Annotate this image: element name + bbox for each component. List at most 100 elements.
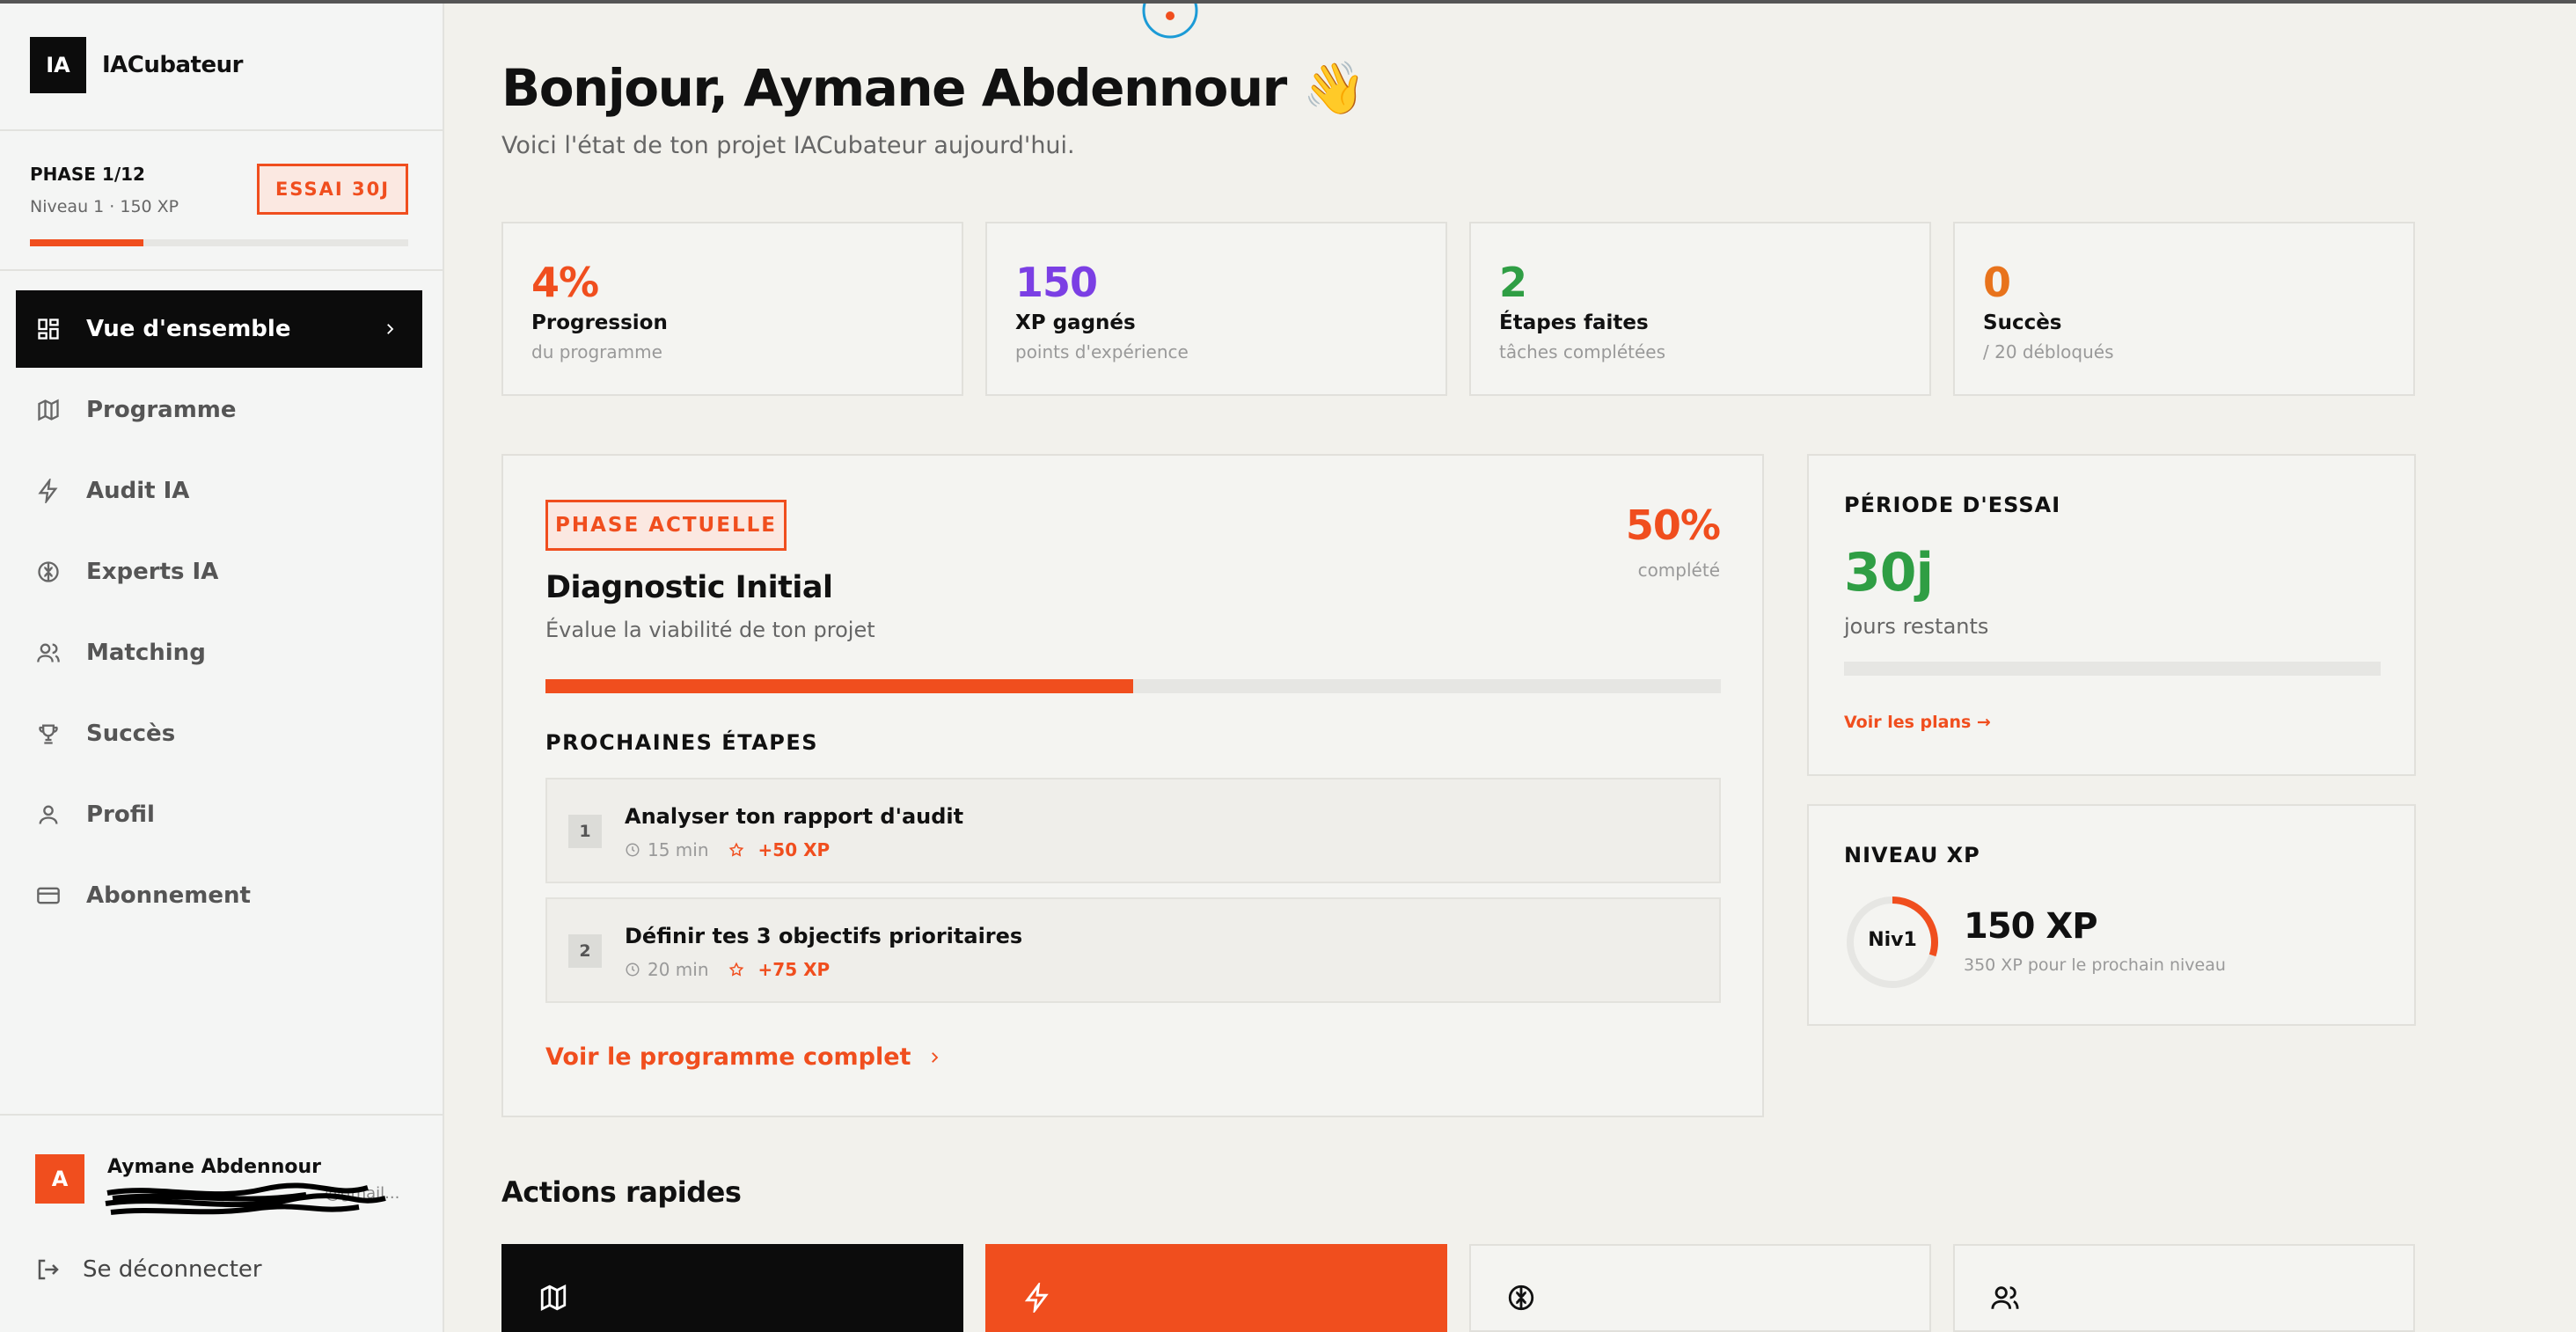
users-icon <box>35 640 62 666</box>
sidebar-item-experts-ia[interactable]: Experts IA <box>16 533 422 611</box>
step-number: 1 <box>568 815 602 848</box>
stat-label: Étapes faites <box>1499 311 1649 334</box>
star-icon <box>728 842 743 857</box>
logout-label: Se déconnecter <box>83 1256 262 1283</box>
phase-progress-fill <box>545 679 1133 693</box>
map-icon <box>35 397 62 423</box>
divider <box>0 1114 444 1116</box>
stat-value: 2 <box>1499 259 1527 306</box>
phase-percent-label: complété <box>1637 560 1720 581</box>
phase-title: Diagnostic Initial <box>545 570 833 605</box>
lightning-icon <box>1024 1283 1049 1313</box>
user-name: Aymane Abdennour <box>107 1156 321 1178</box>
stat-card-etapes: 2 Étapes faites tâches complétées <box>1469 222 1931 396</box>
step-title: Définir tes 3 objectifs prioritaires <box>625 924 1023 948</box>
xp-value: 150 XP <box>1964 906 2098 947</box>
sidebar-item-label: Vue d'ensemble <box>86 316 291 342</box>
avatar: A <box>35 1154 84 1204</box>
quick-actions-heading: Actions rapides <box>501 1175 742 1209</box>
sidebar: IA IACubateur PHASE 1/12 Niveau 1 · 150 … <box>0 0 444 1332</box>
quick-action-experts[interactable] <box>1469 1244 1931 1332</box>
stat-value: 150 <box>1015 259 1098 306</box>
phase-percent: 50% <box>1625 501 1721 549</box>
stat-label: Progression <box>531 311 668 334</box>
step-title: Analyser ton rapport d'audit <box>625 804 964 829</box>
phase-badge: PHASE ACTUELLE <box>545 500 787 551</box>
phase-progress-fill <box>30 239 143 246</box>
stat-value: 4% <box>531 259 599 306</box>
step-number: 2 <box>568 934 602 968</box>
credit-card-icon <box>35 882 62 909</box>
brain-icon <box>1508 1284 1534 1311</box>
page-title: Bonjour, Aymane Abdennour 👋 <box>501 58 1366 118</box>
xp-level-title: NIVEAU XP <box>1844 843 1980 867</box>
clock-icon <box>626 962 640 977</box>
current-phase-card: PHASE ACTUELLE 50% complété Diagnostic I… <box>501 454 1764 1117</box>
sidebar-item-label: Abonnement <box>86 882 251 909</box>
map-icon <box>540 1284 567 1312</box>
sidebar-item-label: Programme <box>86 397 237 423</box>
sidebar-phase-status: PHASE 1/12 Niveau 1 · 150 XP ESSAI 30J <box>30 164 408 216</box>
step-xp: +50 XP <box>757 839 831 860</box>
step-time: 20 min <box>648 959 709 980</box>
xp-level-card: NIVEAU XP Niv1 150 XP 350 XP pour le pro… <box>1807 804 2416 1026</box>
divider <box>0 269 444 271</box>
sidebar-item-label: Matching <box>86 640 206 666</box>
next-steps-heading: PROCHAINES ÉTAPES <box>545 730 819 755</box>
dashboard-icon <box>35 316 62 342</box>
trial-days-value: 30j <box>1844 542 1934 604</box>
step-item[interactable]: 1 Analyser ton rapport d'audit 15 min +5… <box>545 778 1721 883</box>
sidebar-item-vue-ensemble[interactable]: Vue d'ensemble <box>16 290 422 368</box>
quick-action-audit[interactable] <box>985 1244 1447 1332</box>
brand-logo: IA <box>30 37 86 93</box>
step-meta: 15 min +50 XP <box>625 839 830 860</box>
stat-card-succes: 0 Succès / 20 débloqués <box>1953 222 2415 396</box>
stat-sub: / 20 débloqués <box>1983 341 2114 362</box>
star-icon <box>728 962 743 977</box>
brand[interactable]: IA IACubateur <box>30 37 243 93</box>
trial-badge[interactable]: ESSAI 30J <box>257 164 408 215</box>
chevron-right-icon <box>932 1051 939 1063</box>
cursor-indicator-icon <box>1142 0 1198 39</box>
xp-level-label: Niv1 <box>1868 929 1917 951</box>
divider <box>0 129 444 131</box>
view-plans-link[interactable]: Voir les plans → <box>1844 713 1991 732</box>
sidebar-item-audit-ia[interactable]: Audit IA <box>16 452 422 530</box>
sidebar-item-label: Experts IA <box>86 559 219 585</box>
sidebar-item-profil[interactable]: Profil <box>16 776 422 853</box>
users-icon <box>1991 1286 2019 1309</box>
quick-action-programme[interactable] <box>501 1244 963 1332</box>
trial-progress-bar <box>1844 662 2381 676</box>
lightning-icon <box>35 478 62 504</box>
stat-value: 0 <box>1983 259 2011 306</box>
trial-title: PÉRIODE D'ESSAI <box>1844 493 2061 517</box>
stat-label: Succès <box>1983 311 2062 334</box>
sidebar-item-programme[interactable]: Programme <box>16 371 422 449</box>
brain-icon <box>35 559 62 585</box>
logout-button[interactable]: Se déconnecter <box>35 1256 262 1283</box>
quick-action-matching[interactable] <box>1953 1244 2415 1332</box>
stat-sub: tâches complétées <box>1499 341 1665 362</box>
phase-progress-bar <box>545 679 1721 693</box>
sidebar-item-label: Profil <box>86 801 155 828</box>
phase-progress-bar <box>30 239 408 246</box>
sidebar-item-matching[interactable]: Matching <box>16 614 422 692</box>
stat-sub: du programme <box>531 341 662 362</box>
phase-subtitle: Évalue la viabilité de ton projet <box>545 618 875 642</box>
view-full-program-link[interactable]: Voir le programme complet <box>545 1043 942 1071</box>
sidebar-item-succes[interactable]: Succès <box>16 695 422 772</box>
chevron-right-icon <box>387 324 394 334</box>
clock-icon <box>626 843 640 857</box>
stat-label: XP gagnés <box>1015 311 1136 334</box>
xp-next-level: 350 XP pour le prochain niveau <box>1964 955 2226 975</box>
stat-card-progression: 4% Progression du programme <box>501 222 963 396</box>
brand-name: IACubateur <box>102 52 243 78</box>
link-label: Voir le programme complet <box>545 1043 911 1071</box>
stat-sub: points d'expérience <box>1015 341 1189 362</box>
step-xp: +75 XP <box>757 959 831 980</box>
redaction-scribble <box>105 1182 386 1215</box>
user-icon <box>35 801 62 828</box>
step-item[interactable]: 2 Définir tes 3 objectifs prioritaires 2… <box>545 897 1721 1003</box>
logout-icon <box>38 1259 59 1280</box>
sidebar-item-abonnement[interactable]: Abonnement <box>16 857 422 934</box>
